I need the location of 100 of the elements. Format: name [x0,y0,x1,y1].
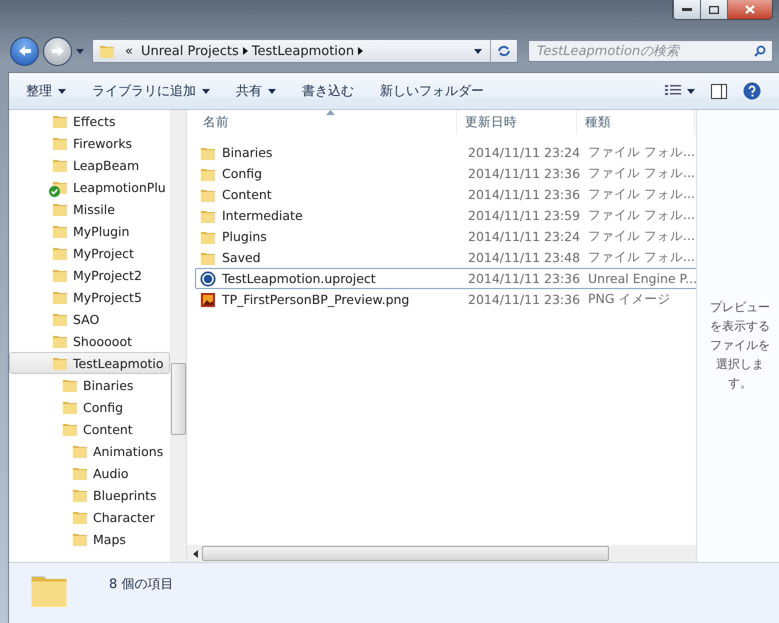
breadcrumb-overflow[interactable]: « [121,44,137,58]
tree-item[interactable]: MyProject5 [9,286,170,308]
tree-item[interactable]: MyProject [9,242,170,264]
tree-item[interactable]: Maps [9,528,170,550]
maximize-button[interactable] [700,0,727,19]
file-name: Content [222,187,272,202]
forward-button[interactable] [43,36,72,66]
caret-icon [687,88,695,94]
toolbar-button[interactable]: 新しいフォルダー [367,78,497,104]
file-row[interactable]: TP_FirstPersonBP_Preview.png 2014/11/11 23:36 PNG イメージ [195,289,699,310]
modified-date: 2014/11/11 23:36 [467,271,580,286]
tree-item[interactable]: MyPlugin [9,220,170,242]
back-button[interactable] [10,36,39,66]
tree-item[interactable]: Character [9,506,170,528]
toolbar-button[interactable]: ライブラリに追加 [79,78,223,104]
tree-item[interactable]: LeapBeam [9,154,170,176]
tree-item[interactable]: Binaries [9,374,170,396]
tree-item[interactable]: Animations [9,440,170,462]
breadcrumb-arrow-icon[interactable] [242,47,248,55]
tree-item[interactable]: TestLeapmotio [9,352,170,374]
caret-icon [58,88,66,94]
modified-date: 2014/11/11 23:48 [467,250,580,265]
tree-item[interactable]: MyProject2 [9,264,170,286]
tree-item[interactable]: Shooooot [9,330,170,352]
column-header[interactable]: 更新日時 [457,110,577,134]
modified-date: 2014/11/11 23:36 [467,187,580,202]
file-row[interactable]: Plugins 2014/11/11 23:24 ファイル フォル... [195,226,699,247]
toolbar-button[interactable]: 共有 [223,78,289,104]
file-name: Config [222,166,262,181]
preview-message: プレビューを表示するファイルを選択します。 [709,299,771,392]
folder-icon [52,135,68,151]
item-count: 8 個の項目 [109,576,174,593]
folder-icon [52,223,68,239]
tree-item[interactable]: Audio [9,462,170,484]
modified-date: 2014/11/11 23:36 [467,166,580,181]
toolbar-button[interactable]: 整理 [13,78,79,104]
folder-icon [52,355,68,371]
close-button[interactable] [727,0,772,19]
breadcrumb-arrow-icon[interactable] [358,47,364,55]
folder-icon [52,157,68,173]
column-header[interactable]: 種類 [577,110,695,134]
tree-item[interactable]: Content [9,418,170,440]
search-field[interactable]: TestLeapmotionの検索 [528,40,773,62]
list-view-icon [665,85,681,97]
pane-icon [711,84,727,98]
folder-icon [72,509,88,525]
file-type: PNG イメージ [587,291,672,308]
folder-icon [52,201,68,217]
folder-icon [72,531,88,547]
file-name: TestLeapmotion.uproject [222,271,376,286]
minimize-button[interactable] [673,0,700,19]
back-arrow-icon [18,45,32,57]
tree-item[interactable]: Fireworks [9,132,170,154]
column-header[interactable]: 名前 [195,110,457,134]
file-type: ファイル フォル... [587,186,696,203]
folder-icon [52,245,68,261]
folder-icon [72,465,88,481]
file-row[interactable]: Content 2014/11/11 23:36 ファイル フォル... [195,184,699,205]
vertical-scrollbar[interactable] [170,110,186,562]
folder-icon [99,43,115,59]
file-row[interactable]: Config 2014/11/11 23:36 ファイル フォル... [195,163,699,184]
tree-item[interactable]: Blueprints [9,484,170,506]
tree-item[interactable]: LeapmotionPlu [9,176,170,198]
caret-icon [268,88,276,94]
maximize-icon [709,6,719,14]
file-row[interactable]: Intermediate 2014/11/11 23:59 ファイル フォル... [195,205,699,226]
folder-icon [52,333,68,349]
forward-arrow-icon [50,45,64,57]
tree-item[interactable]: Effects [9,110,170,132]
tree-item[interactable]: Missile [9,198,170,220]
file-row[interactable]: TestLeapmotion.uproject 2014/11/11 23:36 Unreal Engine P... [195,268,699,289]
breadcrumb[interactable]: TestLeapmotion [248,44,358,58]
breadcrumb[interactable]: Unreal Projects [136,44,243,58]
checkmark-badge-icon [49,186,60,197]
folder-icon [62,377,78,393]
folder-icon [52,311,68,327]
file-name: Plugins [222,229,267,244]
image-file-icon [200,292,216,308]
toolbar-button[interactable]: 書き込む [289,78,367,104]
file-row[interactable]: Saved 2014/11/11 23:48 ファイル フォル... [195,247,699,268]
file-name: Intermediate [222,208,303,223]
folder-icon [52,113,68,129]
modified-date: 2014/11/11 23:36 [467,292,580,307]
modified-date: 2014/11/11 23:59 [467,208,580,223]
file-row[interactable]: Binaries 2014/11/11 23:24 ファイル フォル... [195,142,699,163]
search-icon [754,45,766,57]
history-caret-icon [76,48,84,54]
file-type: ファイル フォル... [587,165,696,182]
file-type: ファイル フォル... [587,228,696,245]
tree-item[interactable]: Config [9,396,170,418]
refresh-icon [497,44,511,58]
scroll-left-icon[interactable] [193,550,198,558]
tree-item[interactable]: SAO [9,308,170,330]
folder-icon [62,421,78,437]
file-type: Unreal Engine P... [587,271,698,286]
modified-date: 2014/11/11 23:24 [467,145,580,160]
horizontal-scrollbar[interactable] [187,545,696,562]
file-name: TP_FirstPersonBP_Preview.png [222,292,410,307]
minimize-icon [682,8,692,12]
address-dropdown-icon [474,48,482,54]
